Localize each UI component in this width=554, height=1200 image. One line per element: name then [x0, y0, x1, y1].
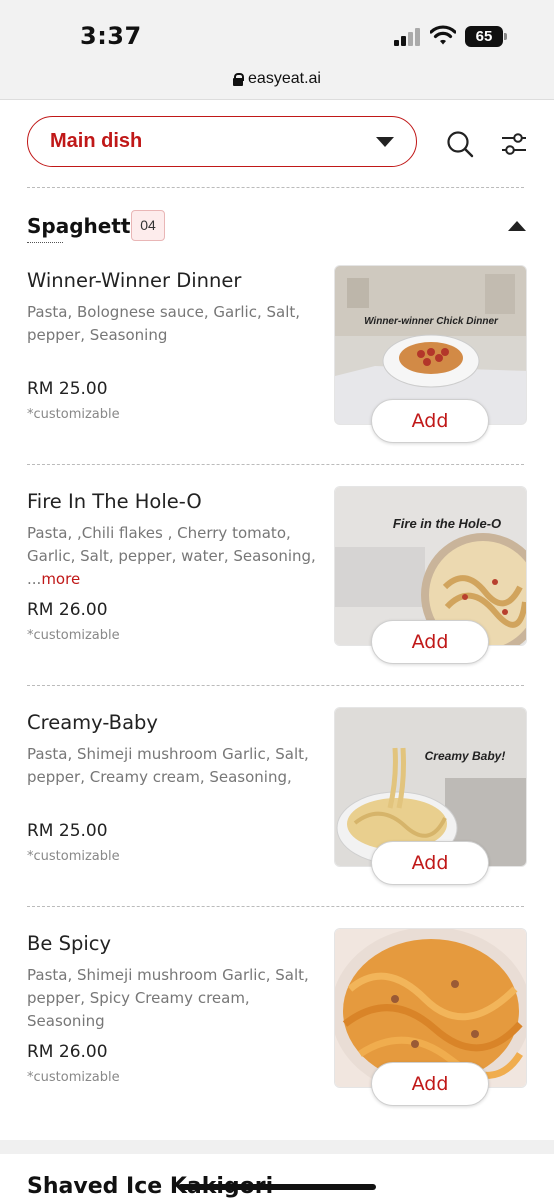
item-description: Pasta, Bolognese sauce, Garlic, Salt, pe… [27, 301, 322, 347]
item-price: RM 25.00 [27, 821, 108, 841]
add-button[interactable]: Add [371, 1062, 489, 1106]
search-icon[interactable] [446, 130, 474, 158]
item-customizable-note: *customizable [27, 628, 120, 643]
item-description: Pasta, Shimeji mushroom Garlic, Salt, pe… [27, 964, 322, 1033]
item-description: Pasta, Shimeji mushroom Garlic, Salt, pe… [27, 743, 322, 789]
item-price: RM 26.00 [27, 1042, 108, 1062]
item-customizable-note: *customizable [27, 407, 120, 422]
chevron-up-icon[interactable] [508, 221, 526, 231]
status-bar: 3:37 65 [0, 0, 554, 62]
item-name: Winner-Winner Dinner [27, 269, 242, 292]
add-button[interactable]: Add [371, 399, 489, 443]
menu-item[interactable]: Creamy-Baby Pasta, Shimeji mushroom Garl… [0, 707, 554, 929]
item-price: RM 25.00 [27, 379, 108, 399]
home-indicator[interactable] [178, 1184, 376, 1190]
browser-url-bar[interactable]: easyeat.ai [0, 62, 554, 100]
battery-icon: 65 [465, 26, 507, 47]
section-title: Spaghetti [27, 214, 138, 238]
menu-item[interactable]: Be Spicy Pasta, Shimeji mushroom Garlic,… [0, 928, 554, 1150]
divider [27, 187, 524, 188]
section-separator [0, 1140, 554, 1154]
item-price: RM 26.00 [27, 600, 108, 620]
item-description: Pasta, ,Chili flakes , Cherry tomato, Ga… [27, 522, 322, 591]
divider [27, 464, 524, 465]
status-time: 3:37 [80, 22, 142, 50]
add-button[interactable]: Add [371, 841, 489, 885]
divider [27, 906, 524, 907]
item-photo-caption: Creamy Baby! [425, 749, 506, 763]
chevron-down-icon [376, 136, 394, 147]
item-description-text: Pasta, Bolognese sauce, Garlic, Salt, pe… [27, 303, 301, 344]
add-button[interactable]: Add [371, 620, 489, 664]
item-photo-caption: Winner-winner Chick Dinner [364, 316, 499, 327]
category-dropdown[interactable]: Main dish [27, 116, 417, 167]
url-text: easyeat.ai [248, 70, 321, 87]
more-link[interactable]: more [41, 570, 80, 588]
section-title-underline [27, 242, 63, 243]
item-description-text: Pasta, Shimeji mushroom Garlic, Salt, pe… [27, 745, 309, 786]
filter-icon[interactable] [500, 130, 528, 158]
item-name: Be Spicy [27, 932, 112, 955]
item-description-text: Pasta, Shimeji mushroom Garlic, Salt, pe… [27, 966, 309, 1030]
item-customizable-note: *customizable [27, 1070, 120, 1085]
divider [27, 685, 524, 686]
item-name: Creamy-Baby [27, 711, 158, 734]
item-customizable-note: *customizable [27, 849, 120, 864]
item-name: Fire In The Hole-O [27, 490, 202, 513]
item-photo-caption: Fire in the Hole-O [393, 516, 501, 531]
menu-toolbar: Main dish [0, 100, 554, 186]
lock-icon [233, 72, 245, 86]
wifi-icon [430, 25, 456, 45]
section-count-badge: 04 [131, 210, 165, 241]
cellular-signal-icon [394, 28, 422, 46]
menu-item[interactable]: Fire In The Hole-O Pasta, ,Chili flakes … [0, 486, 554, 708]
menu-item[interactable]: Winner-Winner Dinner Pasta, Bolognese sa… [0, 265, 554, 487]
category-dropdown-label: Main dish [50, 130, 143, 152]
